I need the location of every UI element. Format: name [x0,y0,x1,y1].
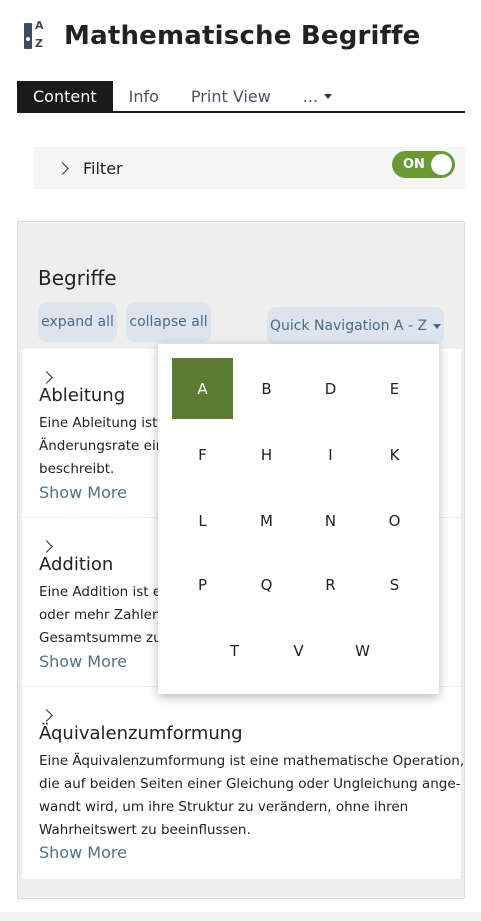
quick-navigation-button[interactable]: Quick Navigation A - Z [267,307,444,345]
entry-title[interactable]: Äquivalenzumformung [39,723,243,744]
chevron-right-icon [56,161,69,175]
letter-v[interactable]: V [268,620,329,681]
entry-title[interactable]: Ableitung [39,385,125,406]
letter-b[interactable]: B [236,358,297,419]
tab-content[interactable]: Content [17,81,113,111]
quick-navigation-dropdown: A B D E F H I K L M N O P Q R S T V W [158,344,439,694]
letter-m[interactable]: M [236,490,297,551]
caret-down-icon [324,93,333,99]
show-more-link[interactable]: Show More [39,483,127,502]
entry-title[interactable]: Addition [39,554,113,575]
page-title: Mathematische Begriffe [64,21,421,51]
show-more-link[interactable]: Show More [39,652,127,671]
collapse-all-button[interactable]: collapse all [126,302,211,342]
entry-text-line: Gesamtsumme zu e [39,630,175,646]
filter-label: Filter [83,158,123,178]
letter-t[interactable]: T [204,620,265,681]
page-header: A Z Mathematische Begriffe [22,16,421,56]
az-dictionary-icon: A Z [22,19,50,53]
bottom-bar [0,912,481,921]
tab-more-label: ... [302,86,319,106]
tab-more[interactable]: ... [287,81,348,111]
section-title: Begriffe [38,266,117,290]
filter-toggle[interactable]: ON [392,151,455,178]
entry-text-line: Eine Äquivalenzumformung ist eine mathem… [39,753,465,769]
letter-h[interactable]: H [236,424,297,485]
quick-navigation-label: Quick Navigation A - Z [269,318,428,334]
letter-a[interactable]: A [172,358,233,419]
toggle-knob [431,154,452,175]
filter-bar[interactable]: Filter ON [34,147,465,189]
letter-d[interactable]: D [300,358,361,419]
expand-all-button[interactable]: expand all [38,302,117,342]
letter-l[interactable]: L [172,490,233,551]
show-more-link[interactable]: Show More [39,843,127,862]
glossary-entry: Äquivalenzumformung Eine Äquivalenzumfor… [22,687,465,879]
tab-info[interactable]: Info [113,81,175,111]
letter-f[interactable]: F [172,424,233,485]
letter-q[interactable]: Q [236,554,297,615]
letter-s[interactable]: S [364,554,425,615]
entry-text-line: oder mehr Zahlen z [39,607,172,623]
letter-k[interactable]: K [364,424,425,485]
chevron-right-icon[interactable] [40,371,53,384]
entry-text-line: beschreibt. [39,461,115,477]
letter-e[interactable]: E [364,358,425,419]
letter-r[interactable]: R [300,554,361,615]
entry-text-line: Wahrheitswert zu beeinflussen. [39,822,251,838]
caret-down-icon [433,323,442,329]
entry-text-line: Eine Addition ist ein [39,584,174,600]
tab-print-view[interactable]: Print View [175,81,287,111]
letter-i[interactable]: I [300,424,361,485]
chevron-right-icon[interactable] [40,709,53,722]
tab-bar: Content Info Print View ... [17,81,465,113]
letter-p[interactable]: P [172,554,233,615]
chevron-right-icon[interactable] [40,540,53,553]
toggle-label: ON [403,157,425,172]
entry-text-line: die auf beiden Seiten einer Gleichung od… [39,776,461,792]
entry-text-line: Eine Ableitung ist e [39,415,170,431]
letter-o[interactable]: O [364,490,425,551]
entry-text-line: Änderungsrate eine [39,438,173,454]
entry-text-line: wandt wird, um ihre Struktur zu veränder… [39,799,409,815]
letter-w[interactable]: W [332,620,393,681]
letter-n[interactable]: N [300,490,361,551]
